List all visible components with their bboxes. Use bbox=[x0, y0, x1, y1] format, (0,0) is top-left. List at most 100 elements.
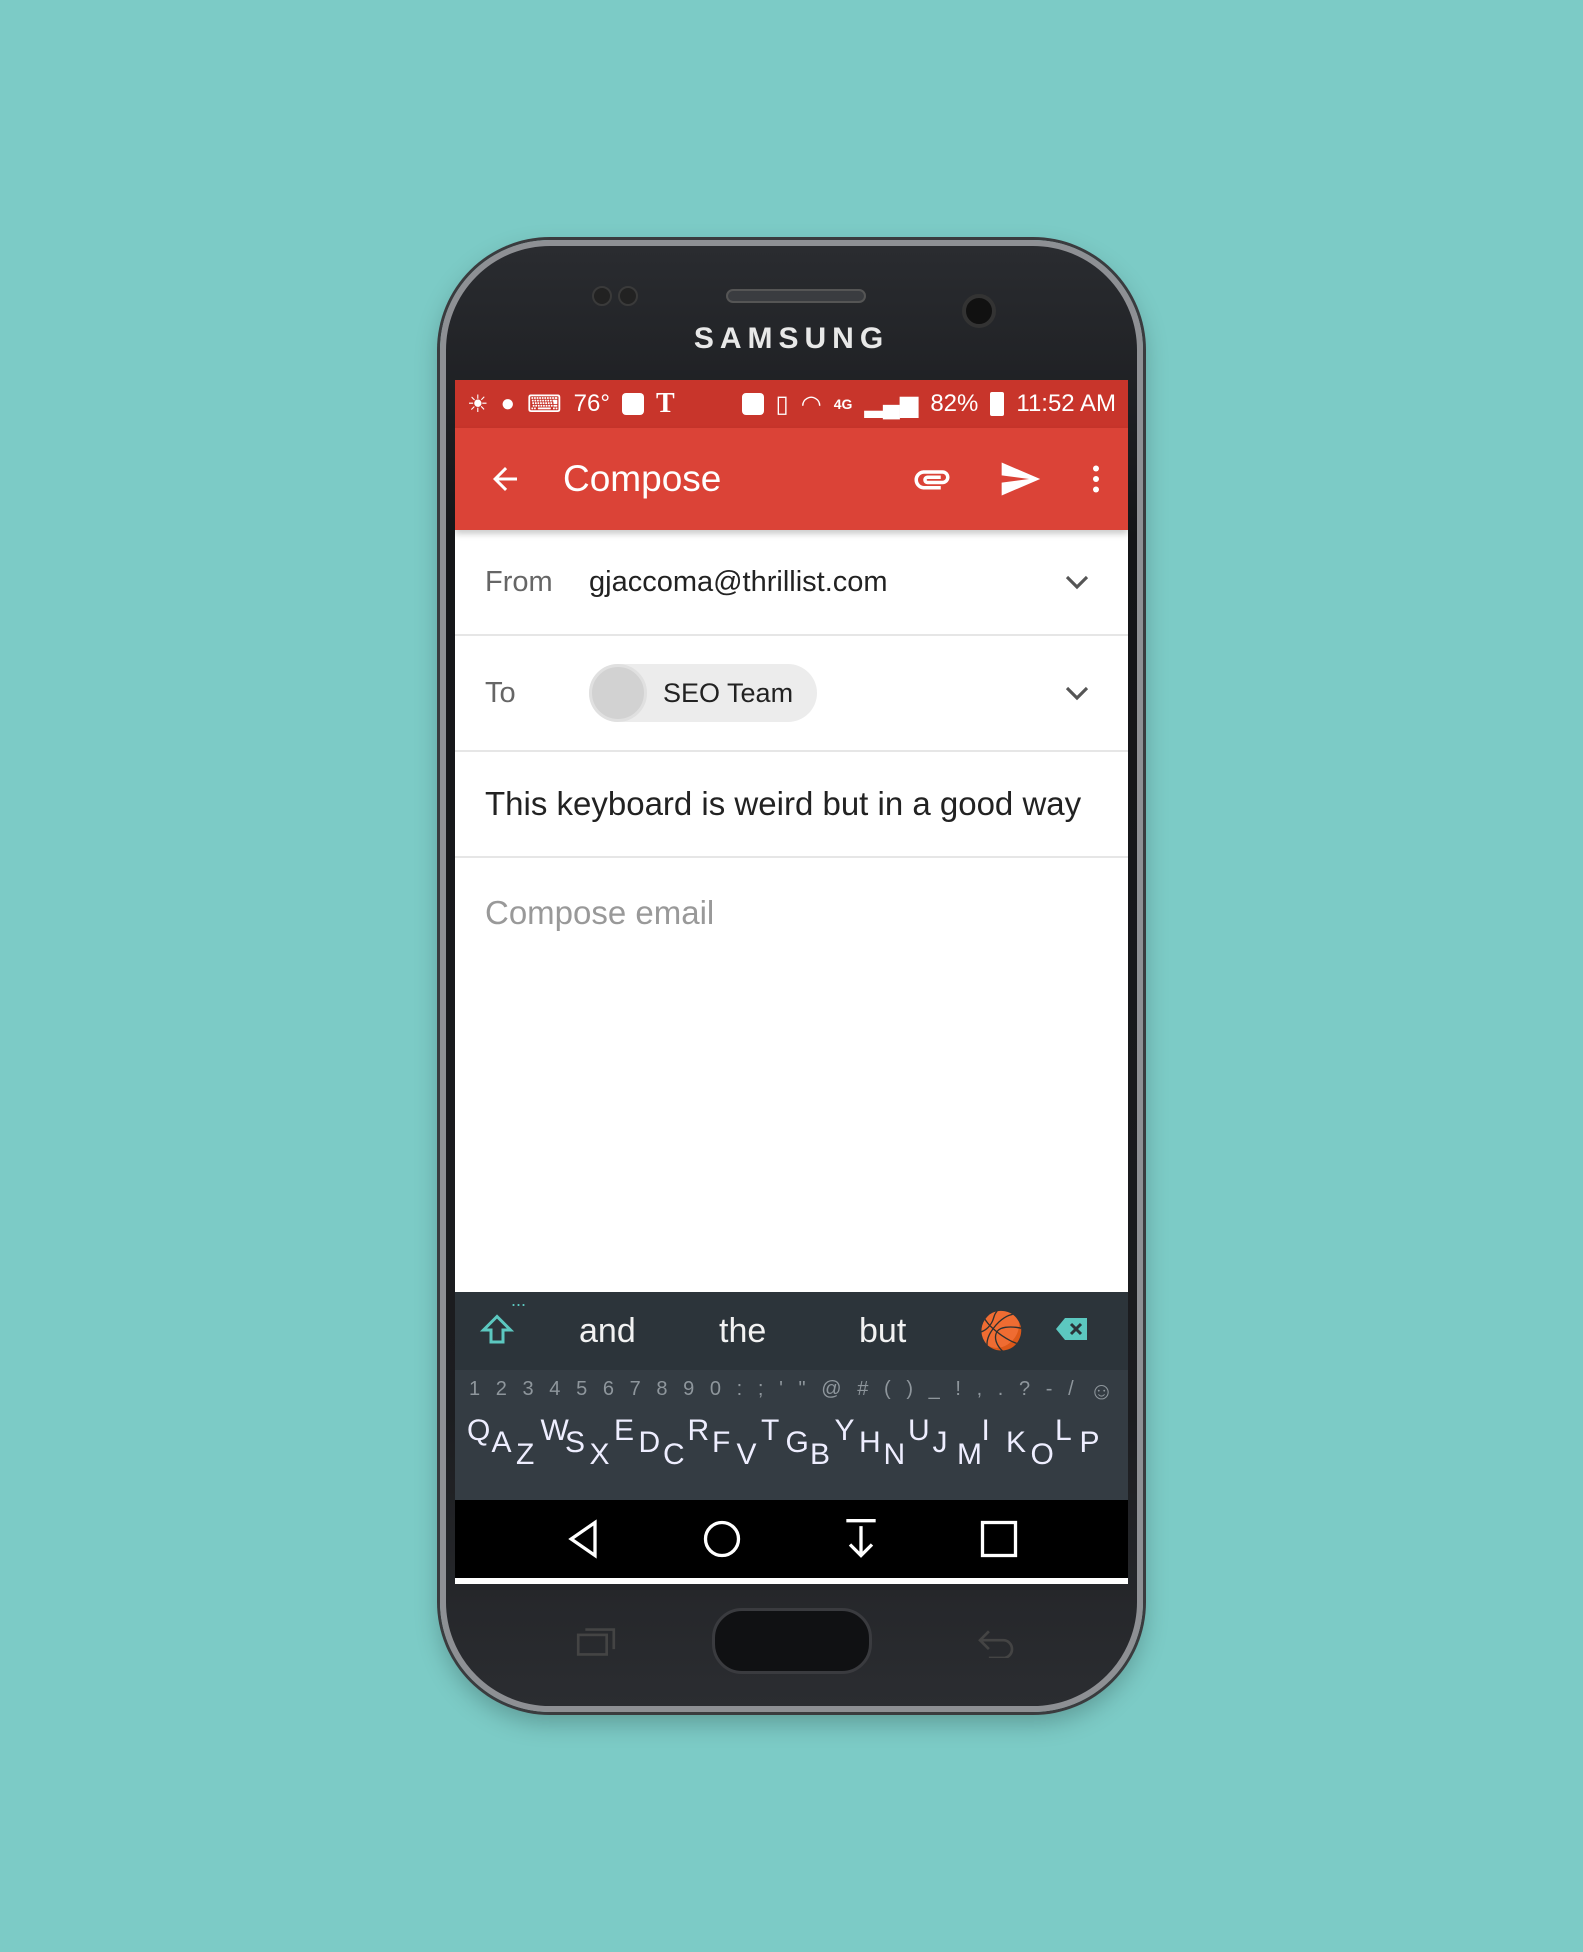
suggestion-item[interactable]: but bbox=[859, 1312, 906, 1351]
number-key[interactable]: ( bbox=[884, 1378, 891, 1406]
letter-key[interactable]: E bbox=[614, 1414, 634, 1448]
attach-button[interactable] bbox=[888, 458, 976, 500]
backspace-icon[interactable] bbox=[1055, 1316, 1089, 1342]
letter-key[interactable]: V bbox=[737, 1438, 757, 1472]
from-row[interactable]: From gjaccoma@thrillist.com bbox=[455, 530, 1128, 636]
number-key[interactable]: / bbox=[1068, 1378, 1074, 1406]
hardware-back-icon[interactable] bbox=[974, 1626, 1018, 1658]
vibrate-icon: ▯ bbox=[775, 390, 789, 418]
letter-key[interactable]: H bbox=[859, 1426, 881, 1460]
suggestion-item[interactable]: the bbox=[719, 1312, 766, 1351]
status-bar: ☀ ● ⌨ 76° T ▯ ◠ 4G ▂▄▆ 82% 11:52 AM bbox=[455, 380, 1128, 428]
recipient-name: SEO Team bbox=[663, 677, 794, 708]
letter-key[interactable]: K bbox=[1006, 1426, 1026, 1460]
number-key[interactable]: 6 bbox=[603, 1378, 614, 1406]
emoji-suggestion[interactable]: 🏀 bbox=[979, 1310, 1024, 1352]
number-key[interactable]: 8 bbox=[656, 1378, 667, 1406]
letter-key[interactable]: Q bbox=[467, 1414, 490, 1448]
number-key[interactable]: @ bbox=[821, 1378, 841, 1406]
letter-key[interactable]: I bbox=[982, 1414, 990, 1448]
chevron-down-icon[interactable] bbox=[1062, 678, 1092, 708]
letter-key[interactable]: N bbox=[884, 1438, 906, 1472]
number-key[interactable]: 7 bbox=[630, 1378, 641, 1406]
number-key[interactable]: # bbox=[857, 1378, 868, 1406]
letter-key[interactable]: D bbox=[639, 1426, 661, 1460]
to-label: To bbox=[485, 676, 516, 709]
letters-row: QAZWSXEDCRFVTGBYHNUJMIKOLP bbox=[455, 1406, 1128, 1486]
number-key[interactable]: 0 bbox=[710, 1378, 721, 1406]
number-key[interactable]: ! bbox=[955, 1378, 961, 1406]
letter-key[interactable]: C bbox=[663, 1438, 685, 1472]
image-icon bbox=[621, 393, 644, 415]
shift-icon[interactable] bbox=[479, 1312, 515, 1348]
nav-back-icon[interactable] bbox=[562, 1517, 606, 1561]
suggestion-item[interactable]: and bbox=[579, 1312, 636, 1351]
number-key[interactable]: - bbox=[1046, 1378, 1053, 1406]
chevron-down-icon[interactable] bbox=[1062, 567, 1092, 597]
nav-home-icon[interactable] bbox=[700, 1517, 744, 1561]
number-key[interactable]: 9 bbox=[683, 1378, 694, 1406]
network-type: 4G bbox=[833, 396, 853, 412]
more-indicator: ... bbox=[511, 1290, 527, 1310]
letter-key[interactable]: M bbox=[957, 1438, 982, 1472]
number-key[interactable]: 3 bbox=[523, 1378, 534, 1406]
send-button[interactable] bbox=[976, 457, 1064, 501]
to-row[interactable]: To SEO Team bbox=[455, 636, 1128, 752]
letter-key[interactable]: O bbox=[1031, 1438, 1054, 1472]
number-key[interactable]: : bbox=[737, 1378, 743, 1406]
letter-key[interactable]: G bbox=[786, 1426, 809, 1460]
toolbar: Compose bbox=[455, 428, 1128, 530]
number-key[interactable]: ; bbox=[758, 1378, 764, 1406]
nytimes-icon: T bbox=[655, 388, 675, 419]
letter-key[interactable]: P bbox=[1080, 1426, 1100, 1460]
nfc-icon bbox=[741, 393, 764, 415]
wifi-icon: ◠ bbox=[800, 390, 822, 418]
letter-key[interactable]: F bbox=[712, 1426, 730, 1460]
number-key[interactable]: ' bbox=[779, 1378, 783, 1406]
letter-key[interactable]: L bbox=[1055, 1414, 1072, 1448]
emoji-key-icon[interactable]: ☺ bbox=[1089, 1378, 1114, 1406]
screen: ☀ ● ⌨ 76° T ▯ ◠ 4G ▂▄▆ 82% 11:52 AM Comp… bbox=[455, 380, 1128, 1584]
compose-body-input[interactable]: Compose email bbox=[455, 858, 1128, 1292]
home-button[interactable] bbox=[712, 1608, 872, 1674]
signal-icon: ▂▄▆ bbox=[864, 390, 919, 418]
letter-key[interactable]: T bbox=[761, 1414, 779, 1448]
number-key[interactable]: . bbox=[998, 1378, 1004, 1406]
letter-key[interactable]: J bbox=[933, 1426, 948, 1460]
send-icon bbox=[1001, 462, 1041, 496]
number-key[interactable]: ? bbox=[1019, 1378, 1030, 1406]
number-key[interactable]: 4 bbox=[549, 1378, 560, 1406]
keyboard: ... and the but 🏀 1 2 3 4 5 6 7 8 9 0:; ' " @ # () _!,.… bbox=[455, 1290, 1128, 1500]
number-key[interactable]: 5 bbox=[576, 1378, 587, 1406]
hide-keyboard-icon[interactable] bbox=[839, 1517, 883, 1561]
recipient-chip[interactable]: SEO Team bbox=[589, 664, 818, 722]
letter-key[interactable]: R bbox=[688, 1414, 710, 1448]
letter-key[interactable]: X bbox=[590, 1438, 610, 1472]
number-key[interactable]: " bbox=[799, 1378, 806, 1406]
from-label: From bbox=[485, 565, 553, 598]
sensor bbox=[618, 286, 638, 306]
number-key[interactable]: 2 bbox=[496, 1378, 507, 1406]
number-key[interactable]: , bbox=[977, 1378, 983, 1406]
nav-recents-icon[interactable] bbox=[977, 1517, 1021, 1561]
clock: 11:52 AM bbox=[1016, 390, 1116, 417]
brand-logo: SAMSUNG bbox=[693, 322, 890, 355]
hangouts-icon: ● bbox=[500, 390, 516, 417]
more-options-button[interactable] bbox=[1064, 461, 1128, 497]
letter-key[interactable]: A bbox=[492, 1426, 512, 1460]
subject-field[interactable]: This keyboard is weird but in a good way bbox=[455, 752, 1128, 858]
navigation-bar bbox=[455, 1500, 1128, 1578]
number-key[interactable]: 1 bbox=[469, 1378, 480, 1406]
letter-key[interactable]: S bbox=[565, 1426, 585, 1460]
letter-key[interactable]: B bbox=[810, 1438, 830, 1472]
letter-key[interactable]: U bbox=[908, 1414, 930, 1448]
phone-device: SAMSUNG ☀ ● ⌨ 76° T ▯ ◠ 4G ▂▄▆ 82% 11:52… bbox=[440, 240, 1143, 1712]
keyboard-icon: ⌨ bbox=[527, 390, 562, 418]
numbers-row: 1 2 3 4 5 6 7 8 9 0:; ' " @ # () _!,.? - / ☺ bbox=[455, 1370, 1128, 1406]
number-key[interactable]: ) bbox=[906, 1378, 913, 1406]
back-button[interactable] bbox=[455, 461, 555, 497]
letter-key[interactable]: Z bbox=[516, 1438, 534, 1472]
letter-key[interactable]: Y bbox=[835, 1414, 855, 1448]
number-key[interactable]: _ bbox=[929, 1378, 940, 1406]
hardware-recents-icon[interactable] bbox=[574, 1626, 618, 1658]
